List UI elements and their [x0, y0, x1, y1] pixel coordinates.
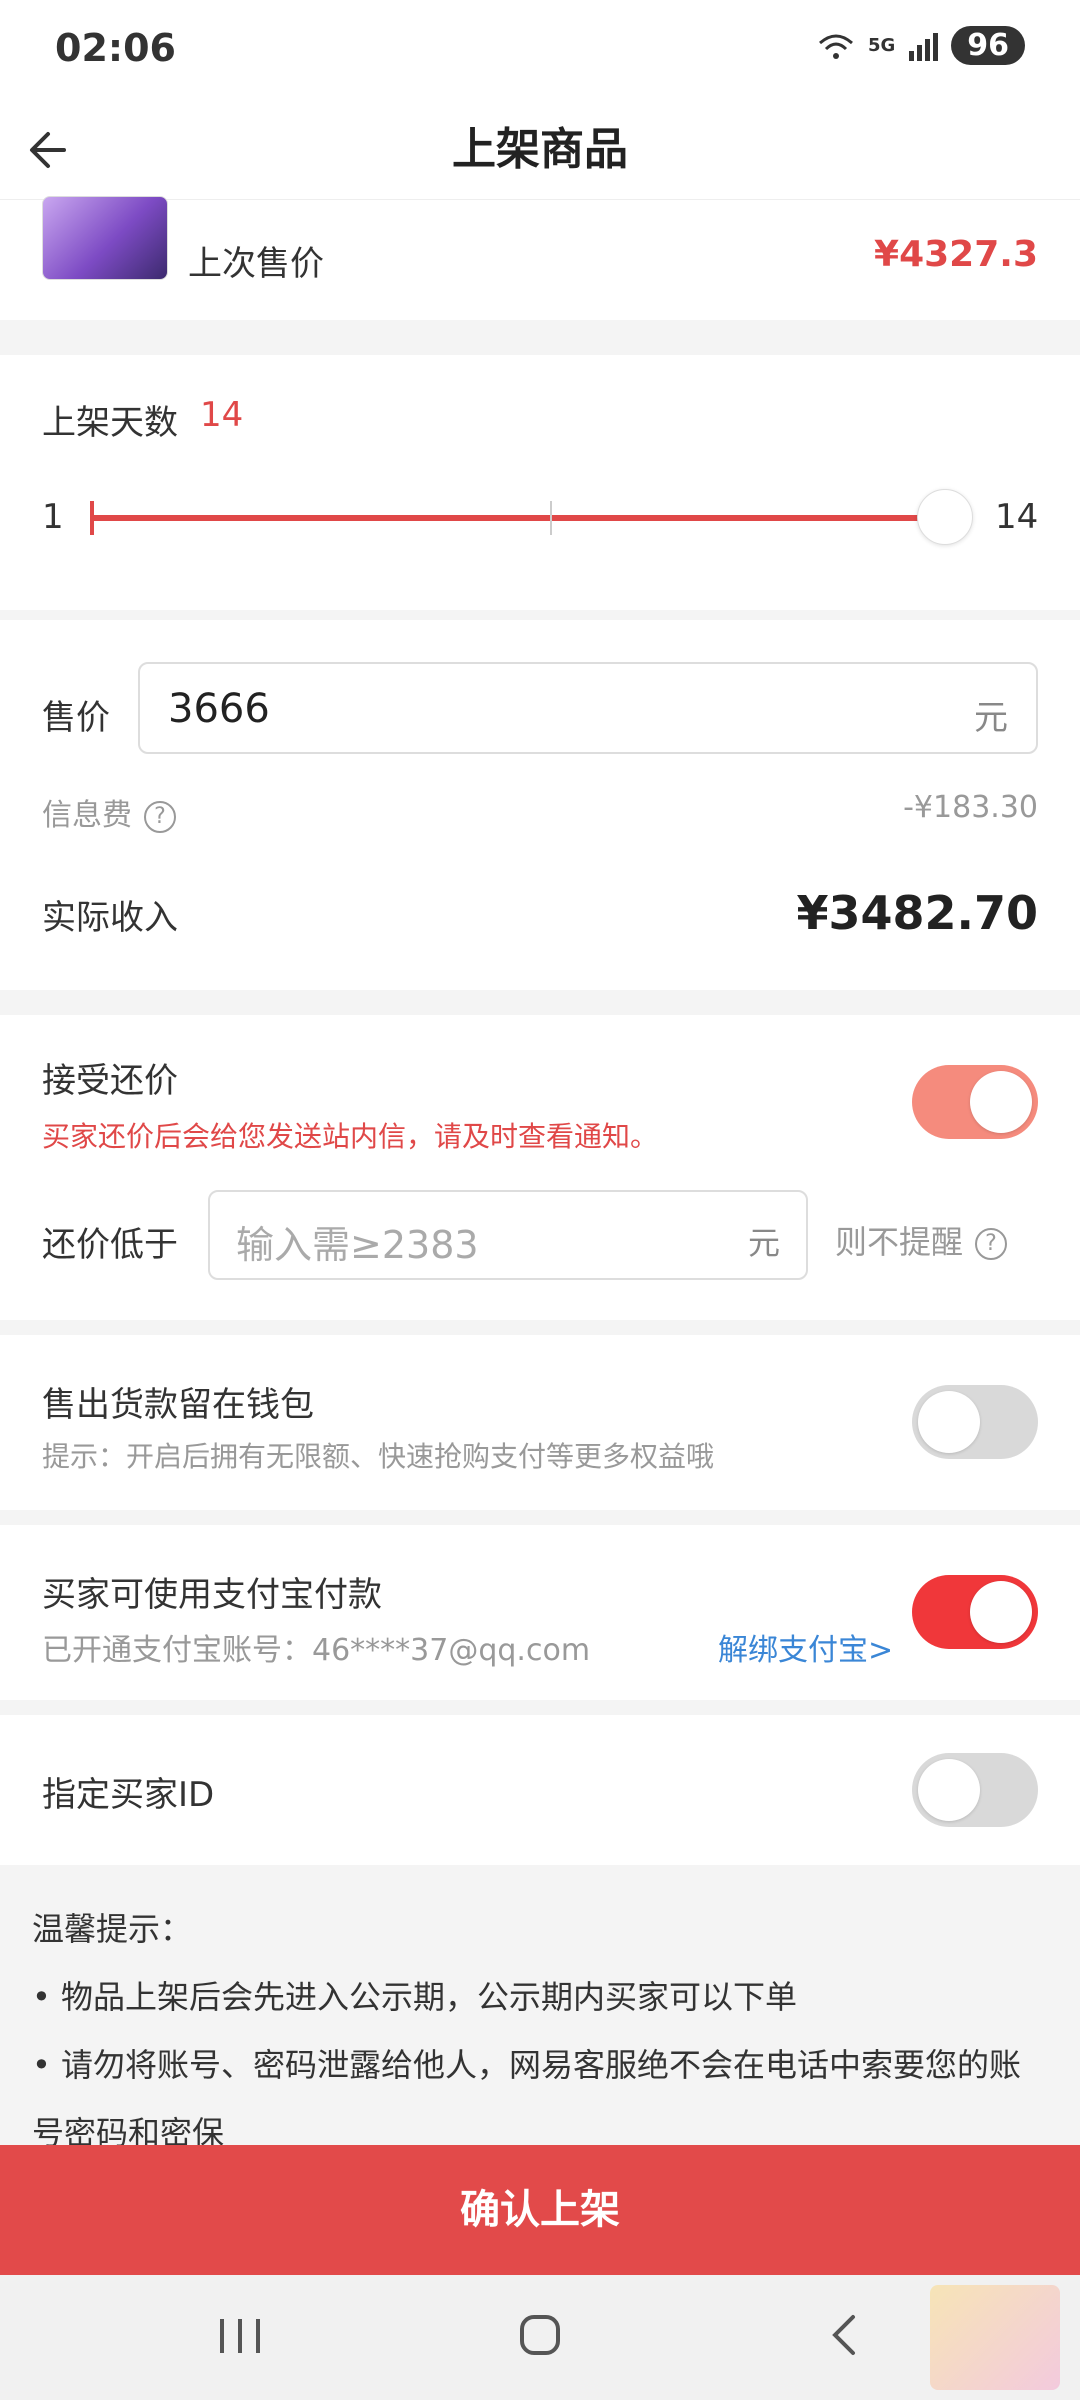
- fee-label: 信息费: [42, 798, 132, 833]
- watermark-logo: [930, 2285, 1060, 2390]
- question-icon[interactable]: ?: [975, 1228, 1008, 1260]
- item-thumbnail: [42, 196, 168, 280]
- back-icon[interactable]: [805, 2305, 885, 2365]
- buyer-id-toggle[interactable]: [912, 1753, 1038, 1827]
- alipay-title: 买家可使用支付宝付款: [42, 1575, 382, 1615]
- tips-title: 温馨提示：: [32, 1910, 193, 1948]
- counter-suffix-row: 则不提醒?: [835, 1217, 1008, 1263]
- income-label: 实际收入: [42, 898, 178, 938]
- price-label: 售价: [42, 698, 110, 738]
- slider-handle[interactable]: [917, 489, 973, 545]
- status-time: 02:06: [55, 26, 176, 70]
- slider-start-mark: [90, 501, 94, 535]
- counter-unit: 元: [747, 1224, 780, 1262]
- confirm-listing-button[interactable]: 确认上架: [0, 2145, 1080, 2275]
- days-slider[interactable]: [90, 489, 973, 545]
- toggle-knob: [918, 1391, 980, 1453]
- toggle-knob: [970, 1581, 1032, 1643]
- wifi-icon: [818, 34, 853, 59]
- alipay-toggle[interactable]: [912, 1575, 1038, 1649]
- price-section: 售价 3666 元 信息费? -¥183.30 实际收入 ¥3482.70: [0, 620, 1080, 990]
- unbind-alipay-link[interactable]: 解绑支付宝>: [718, 1625, 893, 1669]
- listing-days-label: 上架天数: [42, 403, 178, 443]
- listing-days-value: 14: [200, 395, 244, 435]
- price-input-value: 3666: [168, 686, 270, 732]
- counter-offer-title: 接受还价: [42, 1061, 178, 1101]
- alipay-section: 买家可使用支付宝付款 已开通支付宝账号：46****37@qq.com 解绑支付…: [0, 1525, 1080, 1700]
- last-price-row: 上次售价 ¥4327.3: [0, 196, 1080, 320]
- slider-min-label: 1: [42, 497, 64, 537]
- counter-threshold-input[interactable]: 输入需≥2383 元: [208, 1190, 808, 1280]
- toggle-knob: [970, 1071, 1032, 1133]
- price-unit: 元: [974, 698, 1008, 738]
- buyer-id-section: 指定买家ID: [0, 1715, 1080, 1865]
- counter-offer-section: 接受还价 买家还价后会给您发送站内信，请及时查看通知。 还价低于 输入需≥238…: [0, 1015, 1080, 1320]
- counter-offer-note: 买家还价后会给您发送站内信，请及时查看通知。: [42, 1120, 659, 1153]
- wallet-toggle[interactable]: [912, 1385, 1038, 1459]
- status-icons: 5G 96: [816, 26, 1025, 65]
- recent-apps-icon[interactable]: [200, 2305, 280, 2365]
- back-arrow-icon[interactable]: [20, 120, 80, 180]
- slider-mid-mark: [550, 501, 552, 535]
- battery-indicator: 96: [951, 26, 1025, 65]
- income-value: ¥3482.70: [796, 886, 1038, 940]
- toggle-knob: [918, 1759, 980, 1821]
- fee-row: 信息费?: [42, 790, 176, 834]
- counter-suffix-label: 则不提醒: [835, 1223, 964, 1261]
- price-input[interactable]: 3666 元: [138, 662, 1038, 754]
- fee-value: -¥183.30: [903, 790, 1038, 825]
- counter-low-label: 还价低于: [42, 1225, 178, 1265]
- signal-icon: [909, 32, 939, 61]
- top-nav-bar: 上架商品: [0, 100, 1080, 200]
- wallet-hint: 提示：开启后拥有无限额、快速抢购支付等更多权益哦: [42, 1440, 715, 1473]
- buyer-id-title: 指定买家ID: [42, 1775, 215, 1815]
- home-icon[interactable]: [500, 2305, 580, 2365]
- last-price-value: ¥4327.3: [874, 234, 1038, 275]
- last-price-label: 上次售价: [188, 244, 324, 284]
- page-title: 上架商品: [452, 124, 628, 175]
- wallet-title: 售出货款留在钱包: [42, 1385, 314, 1425]
- tips-section: 温馨提示： • 物品上架后会先进入公示期，公示期内买家可以下单 • 请勿将账号、…: [0, 1865, 1080, 2152]
- alipay-account: 已开通支付宝账号：46****37@qq.com: [42, 1633, 591, 1668]
- network-label: 5G: [867, 35, 896, 56]
- wallet-section: 售出货款留在钱包 提示：开启后拥有无限额、快速抢购支付等更多权益哦: [0, 1335, 1080, 1510]
- slider-max-label: 14: [995, 497, 1039, 537]
- slider-fill: [90, 515, 945, 521]
- tip-item: • 物品上架后会先进入公示期，公示期内买家可以下单: [32, 1978, 798, 2016]
- listing-days-section: 上架天数 14 1 14: [0, 355, 1080, 610]
- question-icon[interactable]: ?: [144, 800, 176, 833]
- counter-threshold-placeholder: 输入需≥2383: [236, 1223, 479, 1267]
- status-bar: 02:06 5G 96: [0, 0, 1080, 100]
- system-nav-bar: [0, 2275, 1080, 2400]
- counter-offer-toggle[interactable]: [912, 1065, 1038, 1139]
